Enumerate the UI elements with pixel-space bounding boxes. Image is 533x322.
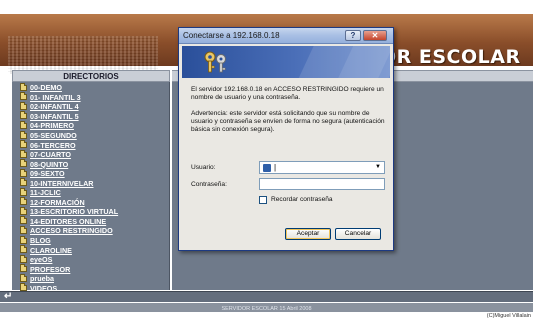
chevron-down-icon[interactable]: ▼ [373,163,383,172]
folder-icon [20,92,27,101]
directory-list: 00-DEMO 01- INFANTIL 3 02-INFANTIL 4 03-INF… [20,82,169,293]
dialog-banner [182,46,390,78]
folder-icon [20,235,27,244]
folder-icon [20,149,27,158]
folder-icon [20,111,27,120]
folder-icon [20,168,27,177]
folder-icon [20,245,27,254]
dialog-message: El servidor 192.168.0.18 en ACCESO RESTR… [191,86,384,102]
sidebar-item-label[interactable]: 04-PRIMERO [30,121,74,130]
folder-icon [20,120,27,129]
password-field[interactable] [259,178,385,190]
sidebar-item-label[interactable]: 10-INTERNIVELAR [30,179,94,188]
sidebar-item[interactable]: PROFESOR [20,264,169,274]
folder-icon [20,254,27,263]
credit-text: (C)Miguel Villalain [486,313,531,319]
sidebar-item-label[interactable]: 09-SEXTO [30,169,65,178]
sidebar-item-label[interactable]: 06-TERCERO [30,141,76,150]
sidebar-item-label[interactable]: CLAROLINE [30,246,72,255]
sidebar-item[interactable]: 09-SEXTO [20,168,169,179]
sidebar-item[interactable]: 14-EDITORES ONLINE [20,216,169,227]
folder-icon [20,206,27,215]
username-value[interactable]: | [274,163,276,172]
dialog-warning: Advertencia: este servidor está solicita… [191,110,385,134]
sidebar-item[interactable]: 10-INTERNIVELAR [20,178,169,188]
sidebar-item-label[interactable]: 05-SEGUNDO [30,131,77,140]
folder-icon [20,130,27,139]
sidebar-item-label[interactable]: 11-JCLIC [30,188,61,197]
remember-password-label[interactable]: Recordar contraseña [271,196,333,203]
sidebar-item-label[interactable]: BLOG [30,236,51,245]
cancel-button[interactable]: Cancelar [335,228,381,240]
sidebar-item-label[interactable]: 14-EDITORES ONLINE [30,217,106,226]
footer-text: SERVIDOR ESCOLAR 15 Abril 2008 [221,306,312,312]
sidebar-item[interactable]: 04-PRIMERO [20,120,169,131]
return-arrow-icon[interactable]: ↵ [4,291,12,302]
sidebar-item-label[interactable]: 03-INFANTIL 5 [30,112,79,121]
folder-icon [20,216,27,225]
accept-button[interactable]: Aceptar [285,228,331,240]
folder-icon [20,197,27,206]
directory-sidebar: 00-DEMO 01- INFANTIL 3 02-INFANTIL 4 03-INF… [12,82,170,293]
user-icon [263,164,271,172]
sidebar-item[interactable]: CLAROLINE [20,245,169,255]
banner-title: OR ESCOLAR [380,46,521,68]
sidebar-item[interactable]: 11-JCLIC [20,187,169,198]
folder-icon [20,264,27,273]
sidebar-item-label[interactable]: eyeOS [30,255,52,264]
keys-icon [204,51,226,73]
sidebar-item-label[interactable]: ACCESO RESTRINGIDO [30,226,113,235]
return-bar: ↵ [0,291,533,302]
sidebar-item[interactable]: eyeOS [20,254,169,265]
sidebar-item-label[interactable]: prueba [30,274,54,283]
sidebar-item[interactable]: 07-CUARTO [20,149,169,160]
sidebar-item-label[interactable]: 02-INFANTIL 4 [30,102,79,111]
sidebar-item[interactable]: ACCESO RESTRINGIDO [20,225,169,236]
remember-password-checkbox[interactable] [259,196,267,204]
sidebar-item-label[interactable]: 08-QUINTO [30,160,68,169]
footer-bar: SERVIDOR ESCOLAR 15 Abril 2008 [0,303,533,312]
folder-icon [20,159,27,168]
banner-texture [8,36,158,74]
username-combobox[interactable]: | ▼ [259,161,385,174]
dialog-title: Conectarse a 192.168.0.18 [183,31,280,40]
sidebar-item-label[interactable]: PROFESOR [30,265,70,274]
sidebar-item[interactable]: prueba [20,273,169,284]
directory-header: DIRECTORIOS [12,70,170,82]
sidebar-item-label[interactable]: 12-FORMACIÓN [30,198,85,207]
folder-icon [20,140,27,149]
sidebar-item[interactable]: 12-FORMACIÓN [20,197,169,208]
folder-icon [20,187,27,196]
sidebar-item[interactable]: 00-DEMO [20,82,169,93]
sidebar-item[interactable]: BLOG [20,235,169,246]
sidebar-item[interactable]: 05-SEGUNDO [20,130,169,141]
folder-icon [20,82,27,91]
user-label: Usuario: [191,164,216,171]
sidebar-item[interactable]: 03-INFANTIL 5 [20,111,169,122]
password-label: Contraseña: [191,181,227,188]
sidebar-item[interactable]: 08-QUINTO [20,159,169,169]
folder-icon [20,101,27,110]
close-button[interactable]: ✕ [363,30,387,41]
folder-icon [20,225,27,234]
sidebar-item[interactable]: 13-ESCRITORIO VIRTUAL [20,206,169,217]
sidebar-item[interactable]: 06-TERCERO [20,140,169,150]
sidebar-item-label[interactable]: 07-CUARTO [30,150,71,159]
help-button[interactable]: ? [345,30,361,41]
sidebar-item-label[interactable]: 01- INFANTIL 3 [30,93,81,102]
folder-icon [20,178,27,187]
sidebar-item[interactable]: 01- INFANTIL 3 [20,92,169,103]
sidebar-item[interactable]: 02-INFANTIL 4 [20,101,169,112]
sidebar-item-label[interactable]: 00-DEMO [30,83,62,92]
folder-icon [20,273,27,282]
sidebar-item-label[interactable]: 13-ESCRITORIO VIRTUAL [30,207,118,216]
login-dialog: Conectarse a 192.168.0.18 ? ✕ El servido… [178,27,394,251]
dialog-titlebar[interactable]: Conectarse a 192.168.0.18 ? ✕ [179,28,393,44]
